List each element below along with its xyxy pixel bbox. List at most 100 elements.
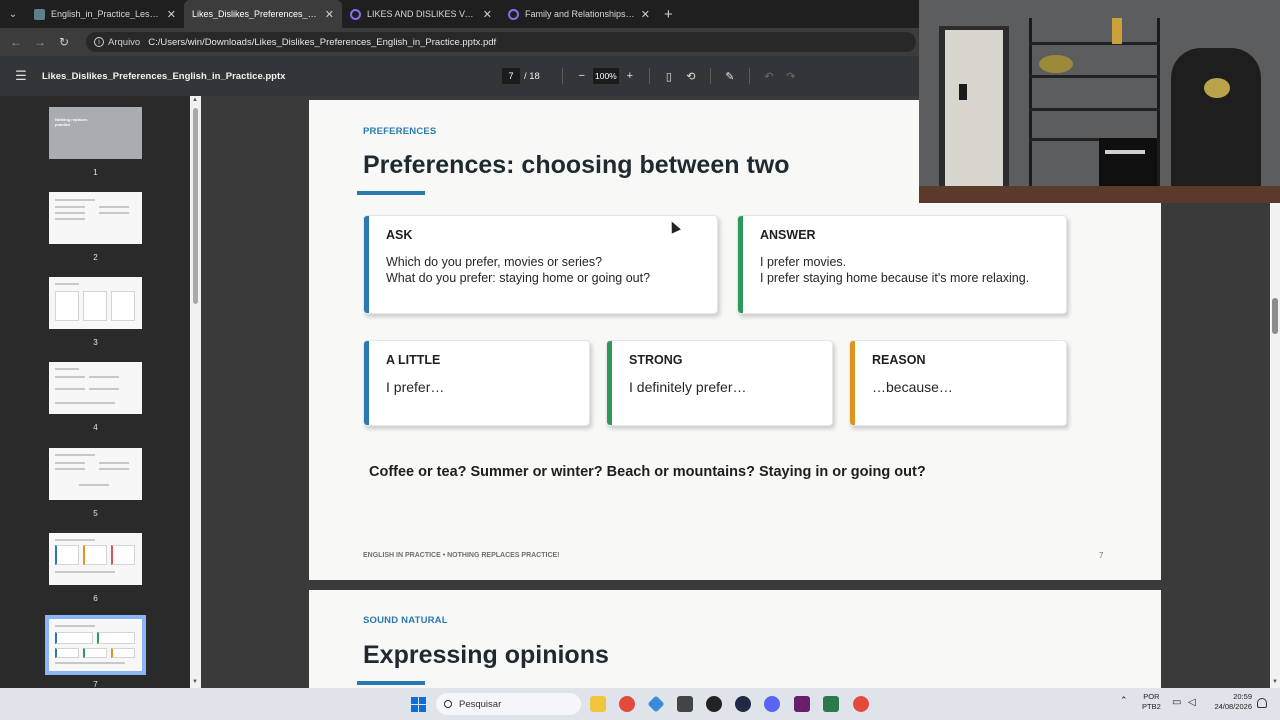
menu-icon[interactable]: ☰ xyxy=(0,68,42,84)
thumbnail-box xyxy=(55,632,93,644)
notification-bell-icon[interactable] xyxy=(1257,698,1267,708)
app-arrow-icon[interactable] xyxy=(735,696,751,712)
windows-logo-pane xyxy=(419,705,426,712)
new-tab-button[interactable]: + xyxy=(664,6,673,23)
thumbnail-page-5[interactable] xyxy=(49,448,142,500)
close-tab-icon[interactable]: ✕ xyxy=(325,8,334,21)
next-app-icon[interactable] xyxy=(794,696,810,712)
tray-expand-icon[interactable]: ⌃ xyxy=(1120,695,1128,706)
volume-icon[interactable]: ◁ xyxy=(1188,697,1196,708)
annotate-icon[interactable]: ✎ xyxy=(719,70,741,83)
rotate-icon[interactable]: ⟲ xyxy=(680,70,702,83)
tab-search-chevron-icon[interactable]: ⌄ xyxy=(0,0,26,28)
scroll-down-icon[interactable]: ▼ xyxy=(192,679,198,685)
webcam-overlay xyxy=(919,0,1280,203)
file-explorer-icon[interactable] xyxy=(590,696,606,712)
app-diamond-icon[interactable] xyxy=(647,695,665,713)
thumbnail-label: 5 xyxy=(93,509,98,518)
webcam-shelf xyxy=(1029,108,1160,111)
pdf-icon xyxy=(34,8,45,20)
tab-likes-vocab[interactable]: LIKES AND DISLIKES Vocabulary ✕ xyxy=(342,0,500,28)
redo-icon[interactable]: ↷ xyxy=(780,70,802,83)
close-tab-icon[interactable]: ✕ xyxy=(167,8,176,21)
strong-label: STRONG xyxy=(629,353,683,367)
site-info-chip[interactable]: i Arquivo xyxy=(94,37,140,48)
webcam-trophy xyxy=(1112,18,1122,44)
thumbnail-page-2[interactable] xyxy=(49,192,142,244)
close-tab-icon[interactable]: ✕ xyxy=(641,8,650,21)
title-underline xyxy=(357,191,425,195)
viewer-scroll-thumb[interactable] xyxy=(1272,298,1278,334)
fit-page-icon[interactable]: ▯ xyxy=(658,70,680,83)
thumbnail-page-1[interactable]: Nothing replaces practice xyxy=(49,107,142,159)
webcam-gaming-chair xyxy=(1171,48,1261,203)
webcam-pc-light xyxy=(1105,150,1145,154)
thumbnail-page-4[interactable] xyxy=(49,362,142,414)
taskbar-clock[interactable]: 20:59 24/08/2026 xyxy=(1208,692,1252,712)
clock-time: 20:59 xyxy=(1233,692,1252,701)
undo-icon[interactable]: ↶ xyxy=(758,70,780,83)
tab-likes-dislikes[interactable]: Likes_Dislikes_Preferences_Engl ✕ xyxy=(184,0,342,28)
title-underline xyxy=(357,681,425,685)
zoom-out-icon[interactable]: − xyxy=(571,70,593,82)
tab-title: LIKES AND DISLIKES Vocabulary xyxy=(367,9,477,19)
slide-title: Expressing opinions xyxy=(363,641,609,669)
a-little-text: I prefer… xyxy=(386,379,445,395)
scroll-up-icon[interactable]: ▲ xyxy=(192,97,198,103)
network-icon[interactable]: ▭ xyxy=(1172,697,1181,708)
thumbnail-page-6[interactable] xyxy=(49,533,142,585)
zoom-in-icon[interactable]: + xyxy=(619,70,641,82)
sidebar-scroll-thumb[interactable] xyxy=(193,108,198,304)
close-tab-icon[interactable]: ✕ xyxy=(483,8,492,21)
document-title: Likes_Dislikes_Preferences_English_in_Pr… xyxy=(42,70,286,82)
language-indicator[interactable]: POR PTB2 xyxy=(1142,692,1161,712)
webcam-shelf xyxy=(1029,75,1160,78)
webcam-door-handle xyxy=(959,84,967,100)
app-aperture-icon[interactable] xyxy=(706,696,722,712)
answer-line: I prefer staying home because it's more … xyxy=(760,271,1030,285)
strong-text: I definitely prefer… xyxy=(629,379,747,395)
sidebar-scrollbar[interactable]: ▲ ▼ xyxy=(190,96,201,688)
zoom-input[interactable]: 100% xyxy=(592,68,619,84)
back-arrow-icon[interactable]: ← xyxy=(4,35,28,49)
scroll-down-icon[interactable]: ▼ xyxy=(1272,679,1278,685)
tab-english-lesson[interactable]: English_in_Practice_Lesson_04_ ✕ xyxy=(26,0,184,28)
discord-icon[interactable] xyxy=(764,696,780,712)
reload-icon[interactable]: ↻ xyxy=(52,35,76,49)
page-number-input[interactable]: 7 xyxy=(502,68,520,84)
forward-arrow-icon[interactable]: → xyxy=(28,35,52,49)
chrome-icon[interactable] xyxy=(619,696,635,712)
thumbnail-sidebar: Nothing replaces practice 1 2 3 4 5 6 7 … xyxy=(0,96,201,689)
address-bar[interactable]: i Arquivo C:/Users/win/Downloads/Likes_Di… xyxy=(86,32,916,52)
thumbnail-line xyxy=(55,402,115,404)
thumbnail-line xyxy=(89,376,119,378)
thumbnail-line xyxy=(99,462,129,464)
answer-text: I prefer movies. I prefer staying home b… xyxy=(760,254,1029,286)
thumbnail-box xyxy=(83,545,107,565)
thumbnail-title: Nothing replaces practice xyxy=(55,117,88,127)
app-cube-icon[interactable] xyxy=(677,696,693,712)
answer-card: ANSWER I prefer movies. I prefer staying… xyxy=(737,215,1067,314)
webcam-helmet xyxy=(1039,55,1073,73)
ask-line: What do you prefer: staying home or goin… xyxy=(386,271,651,285)
toolbar-divider xyxy=(648,68,650,84)
info-icon: i xyxy=(94,37,104,47)
quizlet-icon xyxy=(350,8,361,20)
windows-start-icon[interactable] xyxy=(411,697,426,712)
search-placeholder: Pesquisar xyxy=(459,698,502,710)
thumbnail-page-3[interactable] xyxy=(49,277,142,329)
thumbnail-line xyxy=(55,454,95,456)
tab-family-vocab[interactable]: Family and Relationships Vocab ✕ xyxy=(500,0,658,28)
webcam-shelf xyxy=(1029,138,1099,141)
taskbar-search[interactable]: Pesquisar xyxy=(436,693,581,715)
a-little-card: A LITTLE I prefer… xyxy=(363,340,590,426)
thumbnail-label: 6 xyxy=(93,594,98,603)
thumbnail-box xyxy=(111,291,135,321)
thumbnail-line xyxy=(55,625,95,627)
tab-title: English_in_Practice_Lesson_04_ xyxy=(51,9,161,19)
thumbnail-line xyxy=(55,539,95,541)
chrome-icon[interactable] xyxy=(851,694,871,714)
excel-icon[interactable] xyxy=(823,696,839,712)
thumbnail-box xyxy=(55,648,79,658)
thumbnail-page-7[interactable] xyxy=(45,615,146,675)
